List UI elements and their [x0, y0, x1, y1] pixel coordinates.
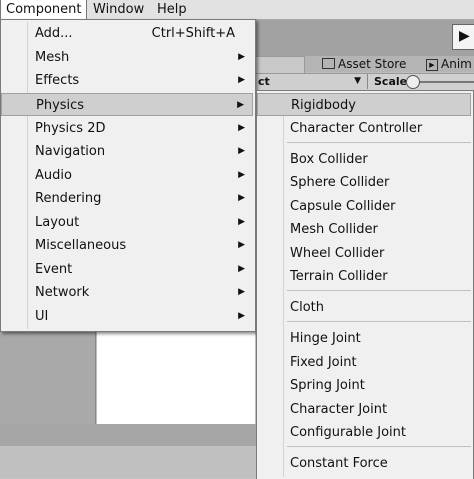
component-menu: Add... Ctrl+Shift+A Mesh ▶ Effects ▶ Physics ▶ P… — [0, 19, 256, 332]
editor-toolbar — [255, 20, 474, 56]
triangle-right-icon: ▶ — [238, 75, 245, 85]
menu-item-label: Rendering — [35, 191, 102, 206]
submenu-item-box-collider[interactable]: Box Collider — [257, 148, 471, 171]
triangle-right-icon: ▶ — [238, 170, 245, 180]
menu-item-physics-2d[interactable]: Physics 2D ▶ — [1, 117, 253, 140]
menu-item-label: Capsule Collider — [290, 199, 396, 214]
submenu-item-wheel-collider[interactable]: Wheel Collider — [257, 242, 471, 265]
menu-item-label: Configurable Joint — [290, 425, 406, 440]
menu-item-label: Physics 2D — [35, 121, 106, 136]
menu-item-navigation[interactable]: Navigation ▶ — [1, 140, 253, 163]
menu-item-label: Hinge Joint — [290, 331, 361, 346]
triangle-right-icon: ▶ — [238, 311, 245, 321]
menu-item-ui[interactable]: UI ▶ — [1, 305, 253, 328]
menu-item-audio[interactable]: Audio ▶ — [1, 164, 253, 187]
menu-item-label: Physics — [36, 98, 85, 113]
menu-item-label: Add... — [35, 26, 73, 41]
menu-item-event[interactable]: Event ▶ — [1, 258, 253, 281]
triangle-down-icon: ▼ — [354, 76, 361, 86]
submenu-item-capsule-collider[interactable]: Capsule Collider — [257, 195, 471, 218]
submenu-item-character-joint[interactable]: Character Joint — [257, 398, 471, 421]
triangle-right-icon: ▶ — [237, 100, 244, 110]
scale-slider-handle[interactable] — [406, 75, 420, 89]
menu-item-network[interactable]: Network ▶ — [1, 281, 253, 304]
menu-item-label: Audio — [35, 168, 72, 183]
menu-separator — [287, 290, 471, 291]
menu-item-label: Character Joint — [290, 402, 388, 417]
physics-submenu: Rigidbody Character Controller Box Collide… — [256, 90, 474, 479]
triangle-right-icon: ▶ — [238, 146, 245, 156]
submenu-item-rigidbody[interactable]: Rigidbody — [257, 93, 471, 116]
triangle-right-icon: ▶ — [238, 52, 245, 62]
triangle-right-icon: ▶ — [238, 287, 245, 297]
scale-label: Scale — [374, 75, 408, 88]
menu-item-label: Constant Force — [290, 456, 388, 471]
submenu-item-sphere-collider[interactable]: Sphere Collider — [257, 171, 471, 194]
menu-item-label: Navigation — [35, 144, 106, 159]
menu-item-rendering[interactable]: Rendering ▶ — [1, 187, 253, 210]
triangle-right-icon: ▶ — [238, 217, 245, 227]
menu-item-label: Miscellaneous — [35, 238, 127, 253]
submenu-item-mesh-collider[interactable]: Mesh Collider — [257, 218, 471, 241]
menu-item-physics[interactable]: Physics ▶ — [1, 93, 253, 116]
menu-item-label: Network — [35, 285, 90, 300]
submenu-item-cloth[interactable]: Cloth — [257, 296, 471, 319]
menu-item-layout[interactable]: Layout ▶ — [1, 211, 253, 234]
menu-separator — [287, 142, 471, 143]
menu-item-effects[interactable]: Effects ▶ — [1, 69, 253, 92]
menu-item-label: Terrain Collider — [290, 269, 388, 284]
asset-store-icon — [322, 58, 335, 69]
menu-item-label: Effects — [35, 73, 80, 88]
shortcut-label: Ctrl+Shift+A — [151, 26, 235, 41]
tab-asset-store[interactable]: Asset Store — [322, 56, 406, 72]
animator-icon: ▶ — [426, 58, 438, 71]
menu-item-label: Mesh Collider — [290, 222, 378, 237]
tab-game[interactable] — [255, 56, 305, 73]
play-icon: ▶ — [459, 28, 470, 44]
menu-separator — [287, 321, 471, 322]
scene-view[interactable] — [97, 332, 255, 424]
tab-animator[interactable]: ▶ Anim — [426, 56, 472, 72]
menu-item-label: Box Collider — [290, 152, 368, 167]
aspect-dropdown[interactable]: ct ▼ — [255, 74, 368, 89]
menu-item-label: Layout — [35, 215, 80, 230]
menu-item-label: Sphere Collider — [290, 175, 390, 190]
menu-help[interactable]: Help — [152, 0, 192, 19]
menu-separator — [287, 446, 471, 447]
triangle-right-icon: ▶ — [238, 240, 245, 250]
scale-slider-track[interactable] — [414, 81, 474, 83]
submenu-item-constant-force[interactable]: Constant Force — [257, 452, 471, 475]
menu-item-miscellaneous[interactable]: Miscellaneous ▶ — [1, 234, 253, 257]
submenu-item-terrain-collider[interactable]: Terrain Collider — [257, 265, 471, 288]
submenu-item-fixed-joint[interactable]: Fixed Joint — [257, 351, 471, 374]
menubar: Component Window Help — [0, 0, 474, 20]
menu-item-add[interactable]: Add... Ctrl+Shift+A — [1, 22, 253, 45]
menu-component[interactable]: Component — [0, 0, 88, 20]
menu-item-label: Fixed Joint — [290, 355, 357, 370]
menu-item-label: Mesh — [35, 50, 70, 65]
menu-item-label: Rigidbody — [291, 98, 356, 113]
triangle-right-icon: ▶ — [238, 193, 245, 203]
submenu-item-spring-joint[interactable]: Spring Joint — [257, 374, 471, 397]
submenu-item-character-controller[interactable]: Character Controller — [257, 117, 471, 140]
submenu-item-hinge-joint[interactable]: Hinge Joint — [257, 327, 471, 350]
menu-item-label: Spring Joint — [290, 378, 365, 393]
menu-item-label: Wheel Collider — [290, 246, 385, 261]
submenu-item-configurable-joint[interactable]: Configurable Joint — [257, 421, 471, 444]
triangle-right-icon: ▶ — [238, 123, 245, 133]
menu-window[interactable]: Window — [88, 0, 149, 19]
menu-item-label: Event — [35, 262, 73, 277]
menu-item-label: Cloth — [290, 300, 324, 315]
menu-item-label: Character Controller — [290, 121, 423, 136]
menu-item-label: UI — [35, 309, 49, 324]
play-button[interactable]: ▶ — [452, 24, 474, 50]
left-panel — [0, 332, 96, 424]
triangle-right-icon: ▶ — [238, 264, 245, 274]
menu-item-mesh[interactable]: Mesh ▶ — [1, 46, 253, 69]
